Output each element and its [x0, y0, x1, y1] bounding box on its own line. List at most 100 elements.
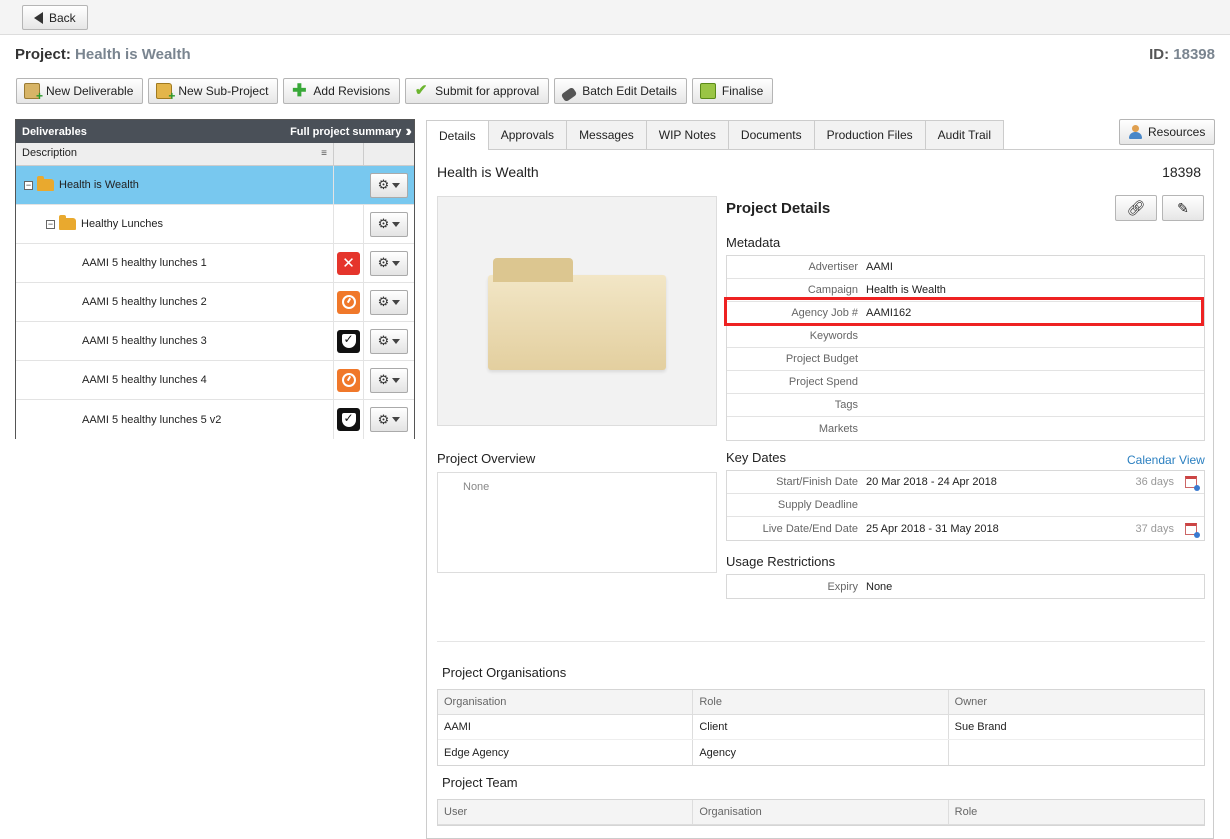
details-title: Health is Wealth	[437, 164, 539, 180]
calendar-view-link[interactable]: Calendar View	[1127, 453, 1205, 467]
metadata-row-markets: Markets	[727, 417, 1204, 440]
gear-icon: ⚙	[377, 372, 390, 387]
row-label: AAMI 5 healthy lunches 5 v2	[82, 413, 222, 426]
row-label: AAMI 5 healthy lunches 2	[82, 296, 207, 308]
double-chevron-right-icon: ››	[405, 122, 411, 140]
row-settings-button[interactable]: ⚙	[370, 367, 408, 393]
full-summary-link[interactable]: Full project summary ››	[290, 122, 411, 140]
deliverable-row[interactable]: AAMI 5 healthy lunches 4 ⚙	[16, 361, 414, 400]
collapse-toggle-icon[interactable]: −	[24, 180, 33, 190]
tab-audit-trail[interactable]: Audit Trail	[924, 120, 1005, 149]
row-actions: ⚙	[364, 250, 414, 276]
new-subproject-label: New Sub-Project	[178, 84, 269, 98]
row-status	[334, 205, 364, 243]
collapse-toggle-icon[interactable]: −	[46, 219, 55, 229]
caret-down-icon	[392, 338, 401, 344]
edit-button[interactable]: ✎	[1162, 195, 1204, 221]
table-cell: Agency	[693, 740, 949, 765]
tab-production-files[interactable]: Production Files	[813, 120, 926, 149]
row-name: AAMI 5 healthy lunches 2	[16, 283, 334, 321]
metadata-key: Campaign	[807, 284, 858, 296]
row-settings-button[interactable]: ⚙	[370, 407, 408, 432]
submit-approval-label: Submit for approval	[435, 84, 540, 98]
usage-key: Expiry	[827, 580, 858, 593]
action-toolbar: New Deliverable New Sub-Project ✚ Add Re…	[16, 78, 774, 104]
back-button[interactable]: Back	[22, 5, 88, 30]
tab-wip-notes[interactable]: WIP Notes	[645, 120, 729, 149]
usage-row: Expiry None	[727, 575, 1204, 598]
timer-status-icon	[337, 290, 360, 314]
back-label: Back	[49, 10, 76, 25]
metadata-key: Project Budget	[785, 353, 858, 365]
status-column	[334, 143, 364, 165]
row-status	[334, 283, 364, 321]
key-date-row: Live Date/End Date 25 Apr 2018 - 31 May …	[727, 517, 1204, 540]
tab-messages[interactable]: Messages	[566, 120, 647, 149]
deliverable-row-subproject[interactable]: − Healthy Lunches ⚙	[16, 205, 414, 244]
row-settings-button[interactable]: ⚙	[370, 211, 408, 237]
submit-approval-button[interactable]: ✔ Submit for approval	[405, 78, 550, 104]
tab-details[interactable]: Details	[426, 120, 489, 150]
resources-button[interactable]: Resources	[1119, 119, 1216, 145]
row-settings-button[interactable]: ⚙	[370, 172, 408, 198]
description-column[interactable]: Description ≡	[16, 143, 334, 165]
metadata-heading: Metadata	[726, 235, 781, 250]
metadata-key: Tags	[834, 399, 858, 411]
pencil-icon: ✎	[1177, 199, 1189, 216]
gear-icon: ⚙	[377, 294, 390, 309]
key-dates-table: Start/Finish Date 20 Mar 2018 - 24 Apr 2…	[726, 470, 1205, 541]
gear-icon: ⚙	[377, 333, 390, 348]
rejected-status-icon: ✕	[337, 251, 360, 275]
tab-documents[interactable]: Documents	[727, 120, 815, 149]
row-settings-button[interactable]: ⚙	[370, 289, 408, 315]
gear-icon: ⚙	[377, 411, 390, 427]
sort-icon[interactable]: ≡	[321, 148, 327, 159]
details-id: 18398	[1162, 164, 1201, 180]
back-arrow-icon	[34, 11, 43, 24]
column-header: Role	[954, 806, 978, 818]
table-cell	[949, 740, 1204, 765]
new-subproject-button[interactable]: New Sub-Project	[148, 78, 279, 104]
deliverable-row[interactable]: AAMI 5 healthy lunches 3 ⚙	[16, 322, 414, 361]
key-date-row: Supply Deadline	[727, 494, 1204, 517]
project-id-label: ID:	[1149, 46, 1170, 63]
description-column-label: Description	[22, 147, 78, 159]
project-title-value: Health is Wealth	[75, 46, 191, 63]
deliverable-row[interactable]: AAMI 5 healthy lunches 5 v2 ⚙	[16, 400, 414, 439]
row-actions: ⚙	[364, 172, 414, 198]
team-table: User Organisation Role	[437, 799, 1205, 826]
calendar-icon[interactable]	[1185, 522, 1200, 538]
batch-edit-button[interactable]: Batch Edit Details	[554, 78, 687, 104]
finalise-label: Finalise	[721, 84, 764, 98]
deliverable-row[interactable]: AAMI 5 healthy lunches 2 ⚙	[16, 283, 414, 322]
tab-approvals[interactable]: Approvals	[487, 120, 568, 149]
row-actions: ⚙	[364, 289, 414, 315]
table-cell: Edge Agency	[438, 740, 694, 765]
deliverable-row-project[interactable]: − Health is Wealth ⚙	[16, 166, 414, 205]
add-revisions-label: Add Revisions	[313, 84, 391, 98]
deliverables-header: Deliverables Full project summary ››	[16, 120, 414, 143]
deliverables-title: Deliverables	[22, 125, 87, 138]
highlight-box	[724, 297, 1204, 326]
calendar-icon[interactable]	[1185, 476, 1200, 491]
new-deliverable-button[interactable]: New Deliverable	[16, 78, 144, 104]
deliverable-row[interactable]: AAMI 5 healthy lunches 1 ✕ ⚙	[16, 244, 414, 283]
column-header: Role	[693, 690, 949, 714]
add-revisions-button[interactable]: ✚ Add Revisions	[283, 78, 401, 104]
link-button[interactable]: 🔗︎	[1115, 195, 1157, 221]
folder-open-icon	[59, 215, 76, 230]
column-header: Owner	[954, 696, 988, 708]
row-status	[334, 322, 364, 360]
deliverables-column-header: Description ≡	[16, 143, 414, 166]
finalise-button[interactable]: Finalise	[691, 78, 774, 104]
row-actions: ⚙	[364, 407, 414, 432]
row-name: AAMI 5 healthy lunches 1	[16, 244, 334, 282]
row-settings-button[interactable]: ⚙	[370, 328, 408, 354]
checkmark-icon: ✔	[414, 82, 428, 99]
project-team-heading: Project Team	[442, 775, 518, 790]
caret-down-icon	[392, 417, 401, 422]
metadata-row-budget: Project Budget	[727, 348, 1204, 371]
column-header: Organisation	[438, 690, 694, 714]
row-settings-button[interactable]: ⚙	[370, 250, 408, 276]
usage-value: None	[866, 580, 893, 593]
